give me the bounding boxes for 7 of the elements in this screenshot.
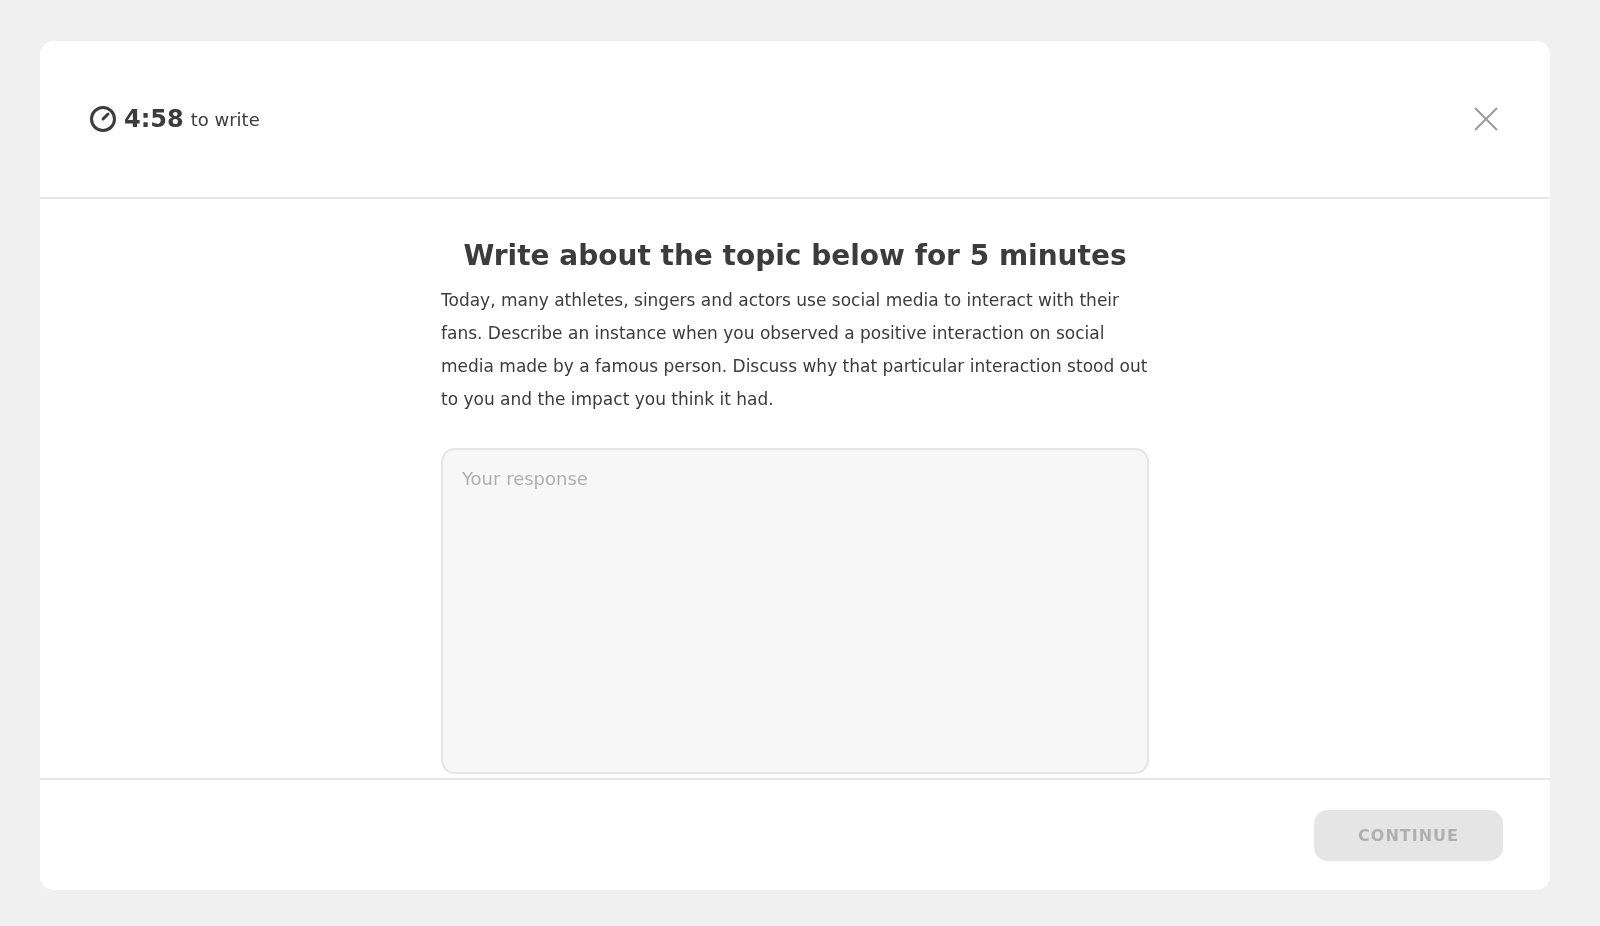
timer-value: 4:58 (124, 105, 184, 133)
timer-label: to write (190, 108, 260, 130)
timer-icon (89, 105, 117, 133)
response-field[interactable]: Your response (441, 448, 1149, 774)
prompt-text: Today, many athletes, singers and actors use social media to interact with their fans. Describe an instance when you observed a positive interaction on social media made by a famous person. Discuss why that particular interaction stood out to you and the impact you think it had. (441, 289, 1149, 411)
prompt-title: Write about the topic below for 5 minutes (462, 239, 1128, 272)
close-icon (1474, 107, 1498, 131)
